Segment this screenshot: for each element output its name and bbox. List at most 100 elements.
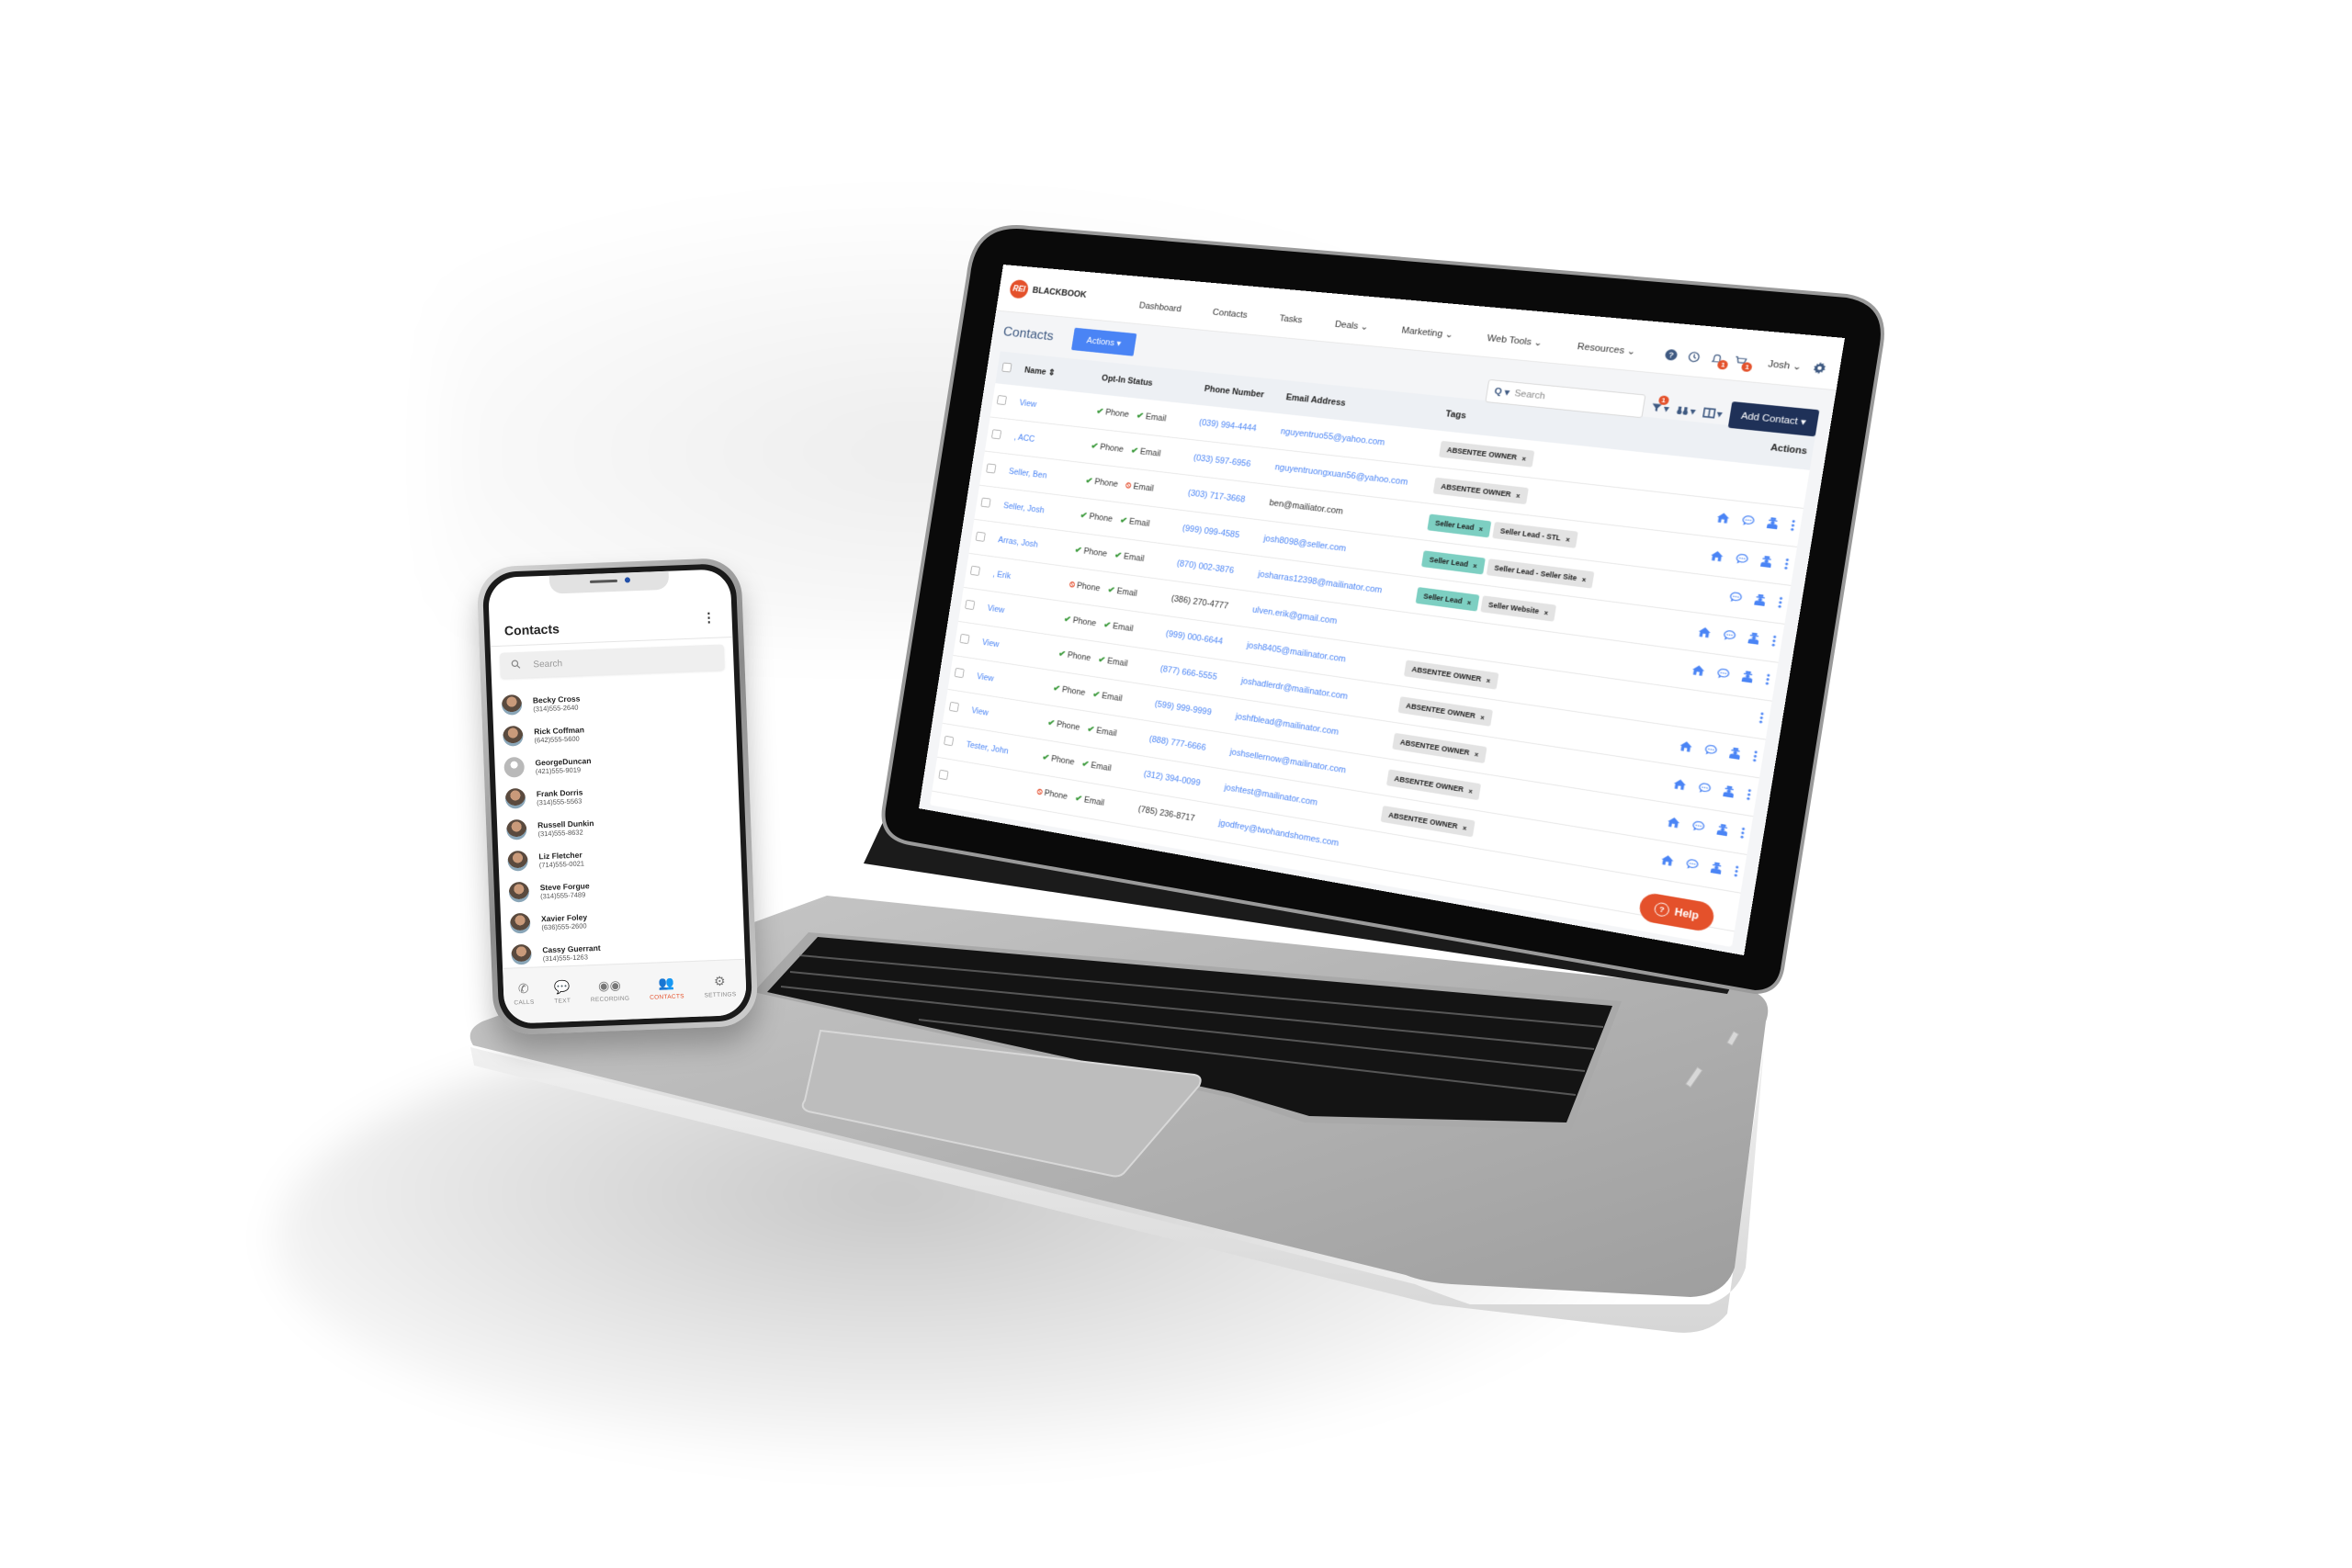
contact-name-link[interactable]: , Erik <box>992 570 1012 581</box>
tab-text[interactable]: 💬 TEXT <box>553 979 571 1005</box>
row-checkbox[interactable] <box>980 497 991 508</box>
email-address[interactable]: josh8405@mailinator.com <box>1246 640 1346 664</box>
actions-button[interactable]: Actions ▾ <box>1071 327 1137 356</box>
home-icon[interactable] <box>1691 664 1706 679</box>
tag-remove-icon[interactable]: x <box>1516 491 1521 500</box>
tag-remove-icon[interactable]: x <box>1478 525 1483 533</box>
tag-chip[interactable]: ABSENTEE OWNER x <box>1403 660 1499 690</box>
tag-remove-icon[interactable]: x <box>1544 609 1549 617</box>
agent-icon[interactable] <box>1710 862 1723 877</box>
tag-chip[interactable]: ABSENTEE OWNER x <box>1380 805 1476 838</box>
nav-marketing[interactable]: Marketing ⌄ <box>1401 324 1454 340</box>
email-address[interactable]: nguyentruo55@yahoo.com <box>1280 426 1385 447</box>
agent-icon[interactable] <box>1766 517 1779 532</box>
nav-deals[interactable]: Deals ⌄ <box>1334 319 1369 332</box>
nav-web-tools[interactable]: Web Tools ⌄ <box>1487 333 1544 348</box>
row-checkbox[interactable] <box>948 701 960 712</box>
search-icon[interactable]: Q ▾ <box>1494 386 1510 398</box>
email-address[interactable]: joshfblead@mailinator.com <box>1235 712 1340 738</box>
agent-icon[interactable] <box>1729 747 1742 761</box>
row-checkbox[interactable] <box>996 394 1008 405</box>
nav-tasks[interactable]: Tasks <box>1279 313 1303 326</box>
help-icon[interactable]: ? <box>1665 348 1679 361</box>
chat-icon[interactable] <box>1741 514 1755 528</box>
tag-chip[interactable]: ABSENTEE OWNER x <box>1397 696 1493 727</box>
agent-icon[interactable] <box>1760 556 1773 570</box>
chat-icon[interactable] <box>1691 820 1705 835</box>
more-vertical-icon[interactable] <box>1790 520 1796 534</box>
more-vertical-icon[interactable] <box>1765 673 1771 687</box>
chat-icon[interactable] <box>1723 629 1736 644</box>
tab-settings[interactable]: ⚙ SETTINGS <box>704 973 736 998</box>
contact-name-link[interactable]: View <box>1019 399 1037 410</box>
email-address[interactable]: joshadlerdr@mailinator.com <box>1240 676 1348 702</box>
phone-number[interactable]: (999) 000-6644 <box>1165 629 1223 647</box>
agent-icon[interactable] <box>1741 671 1754 685</box>
chat-icon[interactable] <box>1735 553 1748 567</box>
agent-icon[interactable] <box>1747 632 1760 647</box>
tag-chip[interactable]: ABSENTEE OWNER x <box>1392 732 1487 764</box>
more-vertical-icon[interactable] <box>1752 750 1758 764</box>
nav-dashboard[interactable]: Dashboard <box>1138 300 1182 314</box>
tag-chip[interactable]: Seller Website x <box>1480 595 1557 622</box>
bell-icon[interactable]: 1 <box>1711 353 1729 370</box>
tag-remove-icon[interactable]: x <box>1462 824 1466 832</box>
contact-name-link[interactable]: , ACC <box>1013 433 1035 445</box>
home-icon[interactable] <box>1660 853 1675 869</box>
contact-name-link[interactable]: View <box>977 671 995 683</box>
tag-chip[interactable]: Seller Lead x <box>1420 550 1486 575</box>
contact-name-link[interactable]: Seller, Ben <box>1008 467 1047 480</box>
contact-name-link[interactable]: Arras, Josh <box>998 536 1039 550</box>
phone-number[interactable]: (033) 597-6956 <box>1193 453 1251 468</box>
chat-icon[interactable] <box>1698 782 1712 796</box>
chat-icon[interactable] <box>1716 668 1730 682</box>
home-icon[interactable] <box>1710 549 1724 564</box>
tag-chip[interactable]: Seller Lead - Seller Site x <box>1486 558 1595 589</box>
tag-remove-icon[interactable]: x <box>1566 536 1571 544</box>
tag-chip[interactable]: Seller Lead x <box>1427 513 1492 538</box>
gear-icon[interactable] <box>1812 361 1827 375</box>
row-checkbox[interactable] <box>938 769 949 780</box>
home-icon[interactable] <box>1698 626 1712 640</box>
row-checkbox[interactable] <box>954 667 965 678</box>
chat-icon[interactable] <box>1685 858 1699 873</box>
more-vertical-icon[interactable] <box>1783 558 1790 572</box>
more-vertical-icon[interactable] <box>1734 865 1739 880</box>
home-icon[interactable] <box>1667 816 1681 830</box>
row-checkbox[interactable] <box>986 463 997 474</box>
more-vertical-icon[interactable] <box>1758 712 1765 726</box>
row-checkbox[interactable] <box>969 565 981 576</box>
email-address[interactable]: joshsellernow@mailinator.com <box>1229 747 1347 775</box>
more-vertical-icon[interactable] <box>1746 789 1752 803</box>
columns-icon[interactable]: ▾ <box>1702 406 1724 420</box>
more-vertical-icon[interactable] <box>1777 597 1783 611</box>
binoculars-icon[interactable]: ▾ <box>1676 403 1697 417</box>
chat-icon[interactable] <box>1728 591 1742 605</box>
tag-remove-icon[interactable]: x <box>1473 562 1477 570</box>
row-checkbox[interactable] <box>944 735 955 746</box>
filter-icon[interactable]: ▾ 1 <box>1650 394 1670 414</box>
tag-chip[interactable]: Seller Lead x <box>1415 587 1480 612</box>
phone-number[interactable]: (999) 099-4585 <box>1182 524 1240 540</box>
contact-name-link[interactable]: View <box>981 637 1000 649</box>
phone-number[interactable]: (312) 394-0099 <box>1143 770 1201 788</box>
row-checkbox[interactable] <box>959 633 970 644</box>
tag-remove-icon[interactable]: x <box>1521 455 1527 463</box>
more-vertical-icon[interactable] <box>1739 827 1746 841</box>
tab-recording[interactable]: ◉◉ RECORDING <box>590 976 630 1003</box>
phone-number[interactable]: (877) 666-5555 <box>1159 664 1217 682</box>
contact-name-link[interactable]: Tester, John <box>966 740 1009 757</box>
email-address[interactable]: joshtest@mailinator.com <box>1224 783 1318 807</box>
tag-remove-icon[interactable]: x <box>1474 750 1478 759</box>
contact-name-link[interactable]: View <box>971 706 989 718</box>
clock-icon[interactable] <box>1688 351 1702 363</box>
home-icon[interactable] <box>1673 778 1687 793</box>
tag-remove-icon[interactable]: x <box>1480 714 1485 722</box>
agent-icon[interactable] <box>1716 823 1729 839</box>
phone-number[interactable]: (888) 777-6666 <box>1148 734 1206 752</box>
row-checkbox[interactable] <box>965 599 976 610</box>
logo[interactable]: REI BLACKBOOK <box>1008 278 1088 305</box>
email-address[interactable]: ulven.erik@gmail.com <box>1251 605 1338 626</box>
user-menu[interactable]: Josh ⌄ <box>1768 358 1803 372</box>
kebab-menu-icon[interactable]: ⋮ <box>702 610 716 626</box>
